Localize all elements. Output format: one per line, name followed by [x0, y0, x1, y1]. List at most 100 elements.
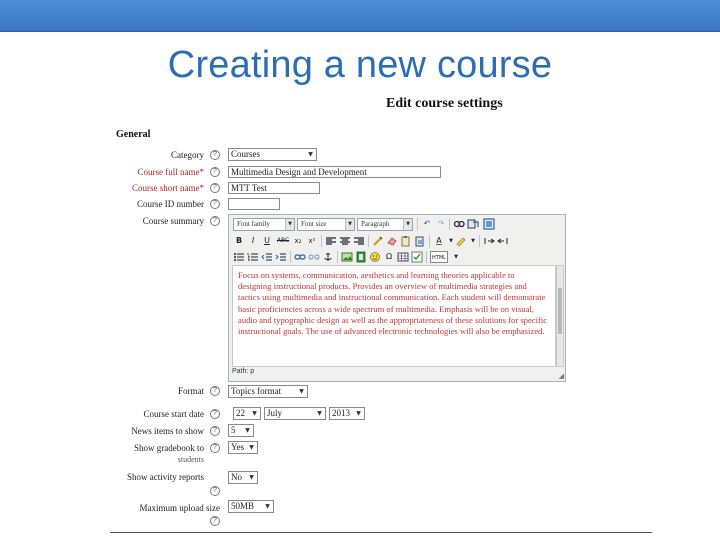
find-icon[interactable]	[453, 218, 465, 230]
subscript-icon[interactable]: x₂	[292, 235, 304, 247]
toolbar-separator	[426, 251, 427, 263]
chevron-down-icon: ▼	[345, 219, 354, 230]
summary-scrollbar[interactable]	[556, 265, 564, 367]
startdate-year-select[interactable]: 2013 ▼	[329, 407, 365, 420]
section-general-header[interactable]: General	[116, 129, 150, 140]
toolbar-separator	[429, 235, 430, 247]
shortname-label: Course short name*	[132, 183, 204, 193]
align-right-icon[interactable]	[353, 235, 365, 247]
cleanup-icon[interactable]	[372, 235, 384, 247]
unordered-list-icon[interactable]	[233, 251, 245, 263]
fullname-help-icon[interactable]: ?	[210, 167, 220, 177]
upload-help-icon[interactable]: ?	[210, 516, 220, 526]
html-source-icon[interactable]: HTML	[430, 251, 448, 263]
toolbar-separator	[337, 251, 338, 263]
underline-icon[interactable]: U	[261, 235, 273, 247]
font-size-select[interactable]: Font size ▼	[297, 218, 355, 231]
chevron-down-icon: ▼	[299, 388, 304, 395]
category-label: Category	[171, 150, 204, 160]
eraser-icon[interactable]	[386, 235, 398, 247]
format-value: Topics format	[231, 386, 282, 396]
align-center-icon[interactable]	[339, 235, 351, 247]
idnumber-label: Course ID number	[137, 199, 204, 209]
strikethrough-icon[interactable]: ABC	[275, 235, 291, 247]
indent-icon[interactable]	[275, 251, 287, 263]
chevron-down-icon: ▼	[317, 410, 322, 417]
insert-image-icon[interactable]	[341, 251, 353, 263]
align-left-icon[interactable]	[325, 235, 337, 247]
startdate-day-select[interactable]: 22 ▼	[233, 407, 261, 420]
chevron-down-icon: ▼	[265, 503, 270, 510]
gradebook-select[interactable]: Yes ▼	[228, 441, 258, 454]
startdate-year-value: 2013	[332, 408, 350, 418]
editor-path-status: Path: p	[232, 368, 255, 375]
toolbar-separator	[449, 218, 450, 230]
background-color-icon[interactable]	[455, 235, 467, 247]
chevron-down-icon: ▼	[403, 219, 412, 230]
fullscreen-icon[interactable]	[483, 218, 495, 230]
font-family-select[interactable]: Font family ▼	[233, 218, 295, 231]
category-value: Courses	[231, 149, 260, 159]
fullname-input[interactable]: Multimedia Design and Development	[228, 166, 441, 178]
upload-select[interactable]: 50MB ▼	[228, 500, 274, 513]
font-family-value: Font family	[237, 220, 270, 228]
undo-icon[interactable]: ↶	[421, 218, 433, 230]
chevron-down-icon: ▼	[249, 474, 254, 481]
gradebook-label-text: Show gradebook to	[134, 443, 204, 453]
editor-toolbar-row-2: B I U ABC x₂ x² A ▼ ▼	[231, 234, 565, 250]
newsitems-value: 5	[231, 425, 236, 435]
ltr-icon[interactable]	[483, 235, 495, 247]
redo-icon[interactable]: ↷	[435, 218, 447, 230]
bold-icon[interactable]: B	[233, 235, 245, 247]
ordered-list-icon[interactable]	[247, 251, 259, 263]
summary-content-area[interactable]: Focus on systems, communication, aesthet…	[232, 265, 556, 367]
chevron-down-icon[interactable]: ▼	[467, 235, 479, 247]
toolbar-separator	[417, 218, 418, 230]
startdate-month-value: July	[267, 408, 283, 418]
format-select[interactable]: Topics format ▼	[228, 385, 308, 398]
category-help-icon[interactable]: ?	[210, 150, 220, 160]
emoticon-icon[interactable]	[369, 251, 381, 263]
outdent-icon[interactable]	[261, 251, 273, 263]
rtl-icon[interactable]	[497, 235, 509, 247]
newsitems-select[interactable]: 5 ▼	[228, 424, 254, 437]
startdate-month-select[interactable]: July ▼	[264, 407, 326, 420]
chevron-down-icon: ▼	[252, 410, 257, 417]
shortname-input[interactable]: MTT Test	[228, 182, 320, 194]
anchor-icon[interactable]	[322, 251, 334, 263]
insert-table-icon[interactable]	[397, 251, 409, 263]
insert-media-icon[interactable]	[355, 251, 367, 263]
paste-word-icon[interactable]	[414, 235, 426, 247]
summary-editor: Font family ▼ Font size ▼ Paragraph ▼ ↶ …	[228, 214, 566, 382]
activity-help-icon[interactable]: ?	[210, 486, 220, 496]
format-help-icon[interactable]: ?	[210, 386, 220, 396]
shortname-help-icon[interactable]: ?	[210, 183, 220, 193]
superscript-icon[interactable]: x²	[306, 235, 318, 247]
text-color-icon[interactable]: A	[433, 235, 445, 247]
editor-toolbar-row-3: Ω HTML ▼	[231, 250, 565, 266]
gradebook-label: Show gradebook to students	[34, 443, 204, 465]
paragraph-format-select[interactable]: Paragraph ▼	[357, 218, 413, 231]
special-character-icon[interactable]: Ω	[383, 251, 395, 263]
chevron-down-icon[interactable]: ▼	[450, 251, 462, 263]
find-replace-icon[interactable]	[467, 218, 479, 230]
paste-text-icon[interactable]	[400, 235, 412, 247]
summary-help-icon[interactable]: ?	[210, 216, 220, 226]
upload-label: Maximum upload size	[139, 503, 221, 513]
link-icon[interactable]	[294, 251, 306, 263]
chevron-down-icon: ▼	[249, 444, 254, 451]
gradebook-help-icon[interactable]: ?	[210, 443, 220, 453]
startdate-help-icon[interactable]: ?	[210, 409, 220, 419]
activity-select[interactable]: No ▼	[228, 471, 258, 484]
newsitems-help-icon[interactable]: ?	[210, 426, 220, 436]
category-select[interactable]: Courses ▼	[228, 148, 317, 161]
idnumber-input[interactable]	[228, 198, 280, 210]
toolbar-separator	[290, 251, 291, 263]
unlink-icon[interactable]	[308, 251, 320, 263]
idnumber-help-icon[interactable]: ?	[210, 199, 220, 209]
scrollbar-thumb[interactable]	[558, 288, 562, 334]
resize-grip-icon[interactable]: ◢	[559, 372, 564, 380]
chevron-down-icon: ▼	[285, 219, 294, 230]
spellcheck-icon[interactable]	[411, 251, 423, 263]
italic-icon[interactable]: I	[247, 235, 259, 247]
